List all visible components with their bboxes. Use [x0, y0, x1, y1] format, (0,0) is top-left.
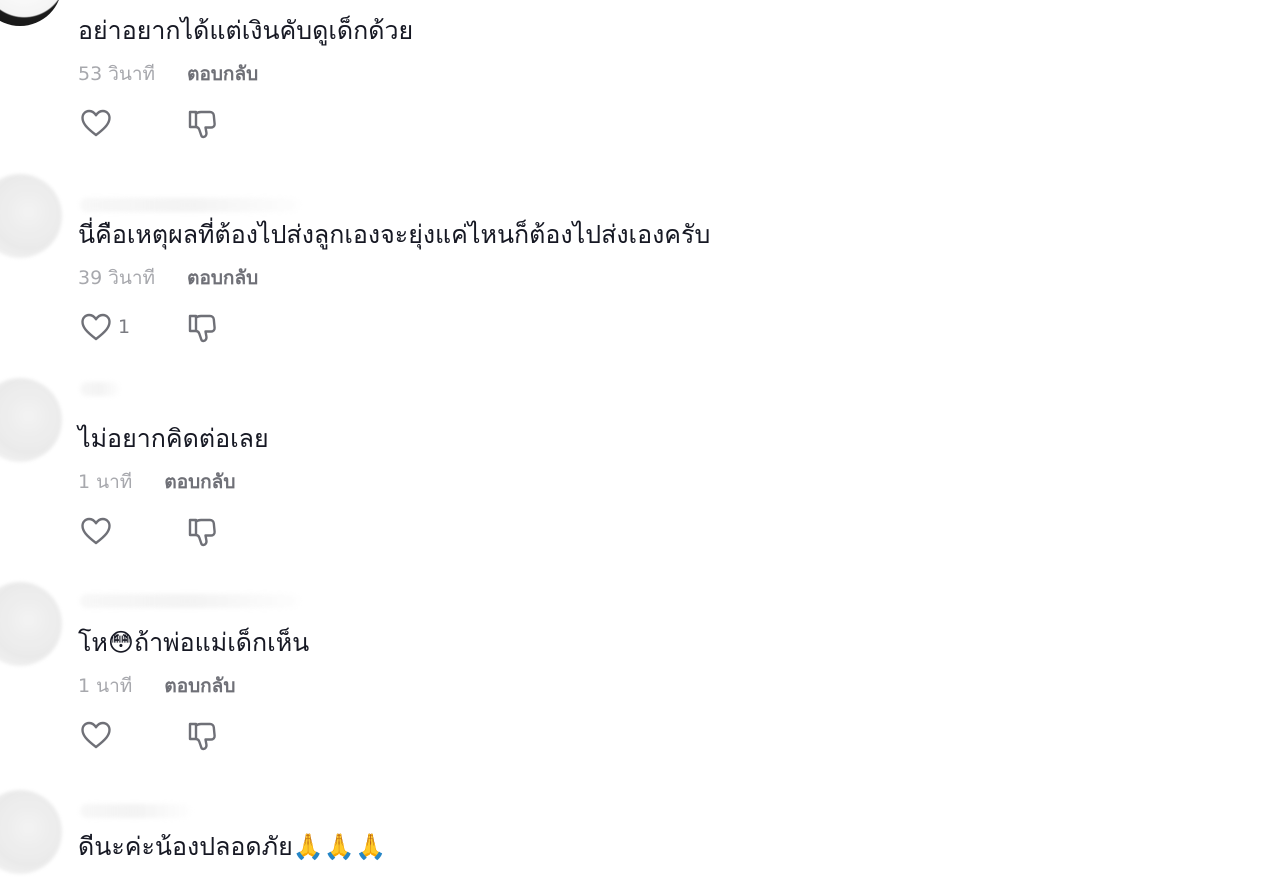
comment-item: ไม่อยากคิดต่อเลย 1 นาที ตอบกลับ: [0, 378, 1280, 612]
like-count: 1: [118, 316, 131, 338]
comment-item: ดีนะค่ะน้องปลอดภัย🙏🙏🙏: [0, 790, 1280, 877]
reply-button[interactable]: ตอบกลับ: [164, 675, 235, 697]
avatar[interactable]: [0, 0, 62, 26]
comment-meta: 53 วินาที ตอบกลับ: [78, 62, 258, 86]
like-button[interactable]: 1: [80, 312, 130, 342]
comment-item: โห😳ถ้าพ่อแม่เด็กเห็น 1 นาที ตอบกลับ: [0, 582, 1280, 816]
reply-button[interactable]: ตอบกลับ: [187, 63, 258, 85]
heart-outline-icon: [81, 517, 111, 545]
reply-button[interactable]: ตอบกลับ: [187, 267, 258, 289]
comment-timestamp: 1 นาที: [78, 471, 133, 493]
username-blurred[interactable]: [80, 804, 190, 818]
heart-outline-icon: [81, 109, 111, 137]
dislike-button[interactable]: [186, 516, 218, 548]
thumbs-down-icon: [188, 722, 216, 751]
thumbs-down-icon: [188, 110, 216, 139]
comment-item: อย่าอยากได้แต่เงินคับดูเด็กด้วย 53 วินาท…: [0, 0, 1280, 204]
comment-meta: 39 วินาที ตอบกลับ: [78, 266, 258, 290]
dislike-button[interactable]: [186, 720, 218, 752]
comment-text: นี่คือเหตุผลที่ต้องไปส่งลูกเองจะยุ่งแค่ไ…: [78, 220, 711, 249]
comment-actions: [80, 108, 240, 142]
username-blurred[interactable]: [80, 198, 300, 212]
like-button[interactable]: [80, 108, 118, 138]
like-button[interactable]: [80, 720, 118, 750]
comment-meta: 1 นาที ตอบกลับ: [78, 674, 235, 698]
comment-text: ดีนะค่ะน้องปลอดภัย🙏🙏🙏: [78, 832, 387, 861]
comment-item: นี่คือเหตุผลที่ต้องไปส่งลูกเองจะยุ่งแค่ไ…: [0, 174, 1280, 408]
heart-outline-icon: [81, 721, 111, 749]
comment-actions: 1: [80, 312, 240, 346]
comment-text: ไม่อยากคิดต่อเลย: [78, 424, 269, 453]
comment-actions: [80, 720, 240, 754]
comment-text: อย่าอยากได้แต่เงินคับดูเด็กด้วย: [78, 16, 414, 45]
comment-text: โห😳ถ้าพ่อแม่เด็กเห็น: [78, 628, 310, 657]
thumbs-down-icon: [188, 518, 216, 547]
comment-timestamp: 39 วินาที: [78, 267, 156, 289]
like-button[interactable]: [80, 516, 118, 546]
heart-outline-icon: [81, 313, 111, 341]
thumbs-down-icon: [188, 314, 216, 343]
comment-actions: [80, 516, 240, 550]
username-blurred[interactable]: [80, 382, 120, 396]
username-blurred[interactable]: [80, 594, 300, 608]
comment-timestamp: 1 นาที: [78, 675, 133, 697]
reply-button[interactable]: ตอบกลับ: [164, 471, 235, 493]
dislike-button[interactable]: [186, 312, 218, 344]
comment-meta: 1 นาที ตอบกลับ: [78, 470, 235, 494]
dislike-button[interactable]: [186, 108, 218, 140]
comment-timestamp: 53 วินาที: [78, 63, 156, 85]
